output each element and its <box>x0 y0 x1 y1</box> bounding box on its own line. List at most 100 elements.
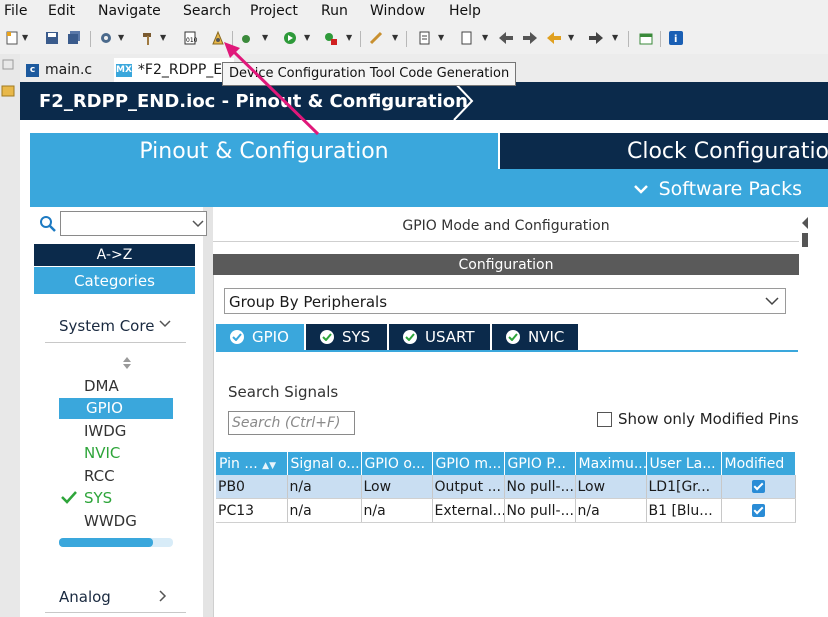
gpio-mode-title: GPIO Mode and Configuration <box>213 211 799 242</box>
modified-checkbox[interactable] <box>751 480 765 493</box>
chevron-down-icon[interactable]: ▼ <box>346 33 352 42</box>
save-all-icon[interactable] <box>66 30 82 46</box>
outline-icon[interactable] <box>416 30 432 46</box>
cell-user-label: B1 [Blu... <box>646 498 722 523</box>
category-item-iwdg[interactable]: IWDG <box>84 422 126 440</box>
editor-tab-main-c[interactable]: c main.c <box>26 58 92 82</box>
gpio-pin-table: Pin ... ▲▼ Signal o... GPIO o... GPIO m.… <box>216 452 796 523</box>
collapse-arrow-icon[interactable] <box>800 211 810 247</box>
category-search-combo[interactable] <box>60 211 207 236</box>
category-item-gpio-selected[interactable]: GPIO <box>59 398 173 419</box>
search-signals-input[interactable]: Search (Ctrl+F) <box>228 411 355 435</box>
code-generation-icon[interactable] <box>210 30 226 46</box>
debug-icon[interactable] <box>238 30 254 46</box>
binary-file-icon[interactable]: 010 <box>182 30 198 46</box>
chevron-down-icon[interactable]: ▼ <box>304 33 310 42</box>
build-hammer-icon[interactable] <box>140 30 156 46</box>
menu-bar: File Edit Navigate Search Project Run Wi… <box>0 0 828 24</box>
new-icon[interactable] <box>4 30 20 46</box>
check-circle-icon <box>230 330 244 344</box>
section-analog[interactable]: Analog <box>45 582 186 613</box>
software-packs-button[interactable]: Software Packs <box>633 178 802 200</box>
category-item-wwdg[interactable]: WWDG <box>84 512 137 530</box>
cell-pin: PC13 <box>216 498 288 523</box>
tab-pinout-configuration[interactable]: Pinout & Configuration <box>30 133 498 169</box>
categories-button[interactable]: Categories <box>34 267 195 294</box>
sort-az-button[interactable]: A->Z <box>34 244 195 266</box>
column-header-pin[interactable]: Pin ... ▲▼ <box>216 452 288 475</box>
check-icon <box>61 491 77 504</box>
modified-checkbox[interactable] <box>751 504 765 517</box>
group-by-select[interactable]: Group By Peripherals <box>224 288 786 314</box>
column-header-gpio-pull[interactable]: GPIO P... <box>504 452 576 475</box>
menu-edit[interactable]: Edit <box>48 3 75 19</box>
column-header-gpio-mode[interactable]: GPIO m... <box>432 452 505 475</box>
run-icon[interactable] <box>282 30 298 46</box>
section-system-core[interactable]: System Core <box>45 312 186 343</box>
save-icon[interactable] <box>44 30 60 46</box>
chevron-down-icon[interactable]: ▼ <box>118 33 124 42</box>
chevron-down-icon[interactable]: ▼ <box>160 33 166 42</box>
editor-tab-ioc[interactable]: MX *F2_RDPP_EN <box>114 58 234 82</box>
chevron-down-icon <box>192 220 204 228</box>
wand-icon[interactable] <box>368 30 384 46</box>
check-circle-icon <box>320 330 334 344</box>
cell-gpio-output: Low <box>361 475 433 499</box>
next-edit-icon[interactable] <box>588 30 604 46</box>
menu-search[interactable]: Search <box>183 3 231 19</box>
forward-arrow-icon[interactable] <box>522 30 538 46</box>
menu-window[interactable]: Window <box>370 3 425 19</box>
toolbar: ▼ ▼ ▼ 010 ▼ ▼ ▼ ▼ ▼ ▼ ▼ ▼ i <box>0 24 828 55</box>
open-perspective-icon[interactable] <box>638 30 654 46</box>
menu-run[interactable]: Run <box>321 3 348 19</box>
category-item-dma[interactable]: DMA <box>84 377 119 395</box>
menu-file[interactable]: File <box>4 3 27 19</box>
tab-usart[interactable]: USART <box>389 324 490 350</box>
chevron-down-icon[interactable]: ▼ <box>438 33 444 42</box>
cell-signal: n/a <box>287 498 362 523</box>
left-gutter <box>0 54 21 617</box>
tab-gpio[interactable]: GPIO <box>216 324 304 350</box>
chevron-down-icon[interactable]: ▼ <box>612 33 618 42</box>
prev-edit-icon[interactable] <box>546 30 562 46</box>
section-label: Analog <box>59 588 111 606</box>
sort-icon[interactable] <box>121 355 133 371</box>
gear-icon[interactable] <box>98 30 114 46</box>
scrollbar-thumb[interactable] <box>59 538 153 547</box>
info-icon[interactable]: i <box>668 30 684 46</box>
tab-clock-configuration[interactable]: Clock Configuration <box>500 133 828 169</box>
pane-splitter[interactable] <box>203 207 213 617</box>
category-scrollbar[interactable] <box>59 538 173 547</box>
tab-label: USART <box>425 328 475 346</box>
column-header-gpio-output[interactable]: GPIO o... <box>361 452 433 475</box>
table-row[interactable]: PC13 n/a n/a External... No pull-... n/a… <box>216 498 796 523</box>
chevron-down-icon[interactable]: ▼ <box>392 33 398 42</box>
search-icon <box>40 216 56 232</box>
tab-sys[interactable]: SYS <box>306 324 387 350</box>
tab-nvic[interactable]: NVIC <box>492 324 578 350</box>
category-item-rcc[interactable]: RCC <box>84 467 115 485</box>
chevron-down-icon[interactable]: ▼ <box>22 33 28 42</box>
chevron-down-icon[interactable]: ▼ <box>568 33 574 42</box>
menu-help[interactable]: Help <box>449 3 481 19</box>
chevron-down-icon <box>159 320 171 328</box>
annotation-icon[interactable] <box>458 30 474 46</box>
menu-navigate[interactable]: Navigate <box>98 3 161 19</box>
external-tools-icon[interactable] <box>322 30 338 46</box>
chevron-down-icon <box>633 185 648 194</box>
table-header-row: Pin ... ▲▼ Signal o... GPIO o... GPIO m.… <box>216 452 796 475</box>
category-item-nvic[interactable]: NVIC <box>84 444 120 462</box>
column-header-maximum[interactable]: Maximu... <box>575 452 647 475</box>
back-arrow-icon[interactable] <box>498 30 514 46</box>
column-header-signal[interactable]: Signal o... <box>287 452 362 475</box>
category-item-sys[interactable]: SYS <box>84 489 112 507</box>
column-header-modified[interactable]: Modified <box>721 452 796 475</box>
column-header-user-label[interactable]: User La... <box>646 452 722 475</box>
chevron-down-icon[interactable]: ▼ <box>482 33 488 42</box>
menu-project[interactable]: Project <box>250 3 298 19</box>
cell-modified <box>721 498 796 523</box>
table-row[interactable]: PB0 n/a Low Output ... No pull-... Low L… <box>216 475 796 499</box>
chevron-down-icon[interactable]: ▼ <box>262 33 268 42</box>
cell-gpio-pull: No pull-... <box>504 498 576 523</box>
show-modified-checkbox[interactable] <box>597 412 612 427</box>
